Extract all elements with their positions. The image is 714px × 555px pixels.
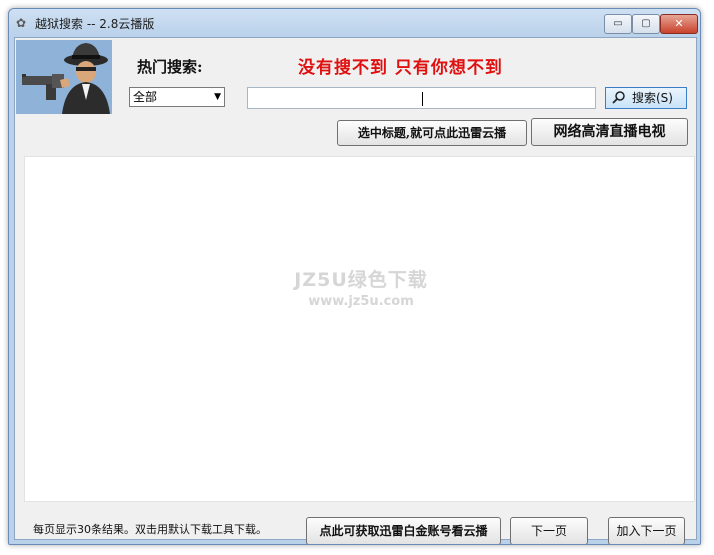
window-title: 越狱搜索 -- 2.8云播版 — [35, 17, 155, 31]
maximize-button[interactable]: ▢ — [632, 14, 660, 34]
app-icon: ✿ — [16, 16, 27, 30]
main-panel: 热门搜索: 没有搜不到 只有你想不到 全部 ▼ 搜索(S) 选中标题,就可点此迅… — [14, 37, 697, 544]
category-value: 全部 — [133, 90, 158, 104]
search-button[interactable]: 搜索(S) — [605, 87, 687, 109]
chevron-down-icon: ▼ — [214, 92, 221, 102]
minimize-button[interactable]: ▭ — [604, 14, 632, 34]
search-input[interactable] — [247, 87, 596, 109]
xunlei-account-button[interactable]: 点此可获取迅雷白金账号看云播 — [306, 517, 501, 544]
watermark-line2: www.jz5u.com — [308, 294, 414, 309]
app-window: ✿ 越狱搜索 -- 2.8云播版 ▭ ▢ ✕ 热门搜索: 没有搜不到 只有你想不… — [8, 8, 701, 545]
hot-search-label: 热门搜索: — [137, 58, 203, 76]
footer-info: 每页显示30条结果。双击用默认下载工具下载。 — [33, 523, 267, 536]
close-button[interactable]: ✕ — [660, 14, 698, 34]
detective-gun-logo — [16, 40, 112, 114]
detective-logo-icon — [16, 40, 112, 114]
title-bar[interactable]: ✿ 越狱搜索 -- 2.8云播版 ▭ ▢ ✕ — [9, 9, 700, 37]
text-caret — [422, 92, 423, 106]
slogan-text: 没有搜不到 只有你想不到 — [298, 58, 503, 78]
results-list[interactable]: JZ5U绿色下载 www.jz5u.com — [24, 156, 695, 502]
watermark: JZ5U绿色下载 www.jz5u.com — [291, 265, 431, 309]
watermark-line1: JZ5U绿色下载 — [294, 269, 428, 291]
xunlei-play-button[interactable]: 选中标题,就可点此迅雷云播 — [337, 120, 527, 146]
category-select[interactable]: 全部 ▼ — [129, 87, 225, 107]
add-next-page-button[interactable]: 加入下一页 — [608, 517, 685, 544]
search-icon — [612, 88, 626, 108]
live-tv-button[interactable]: 网络高清直播电视 — [531, 118, 688, 146]
search-button-label: 搜索(S) — [632, 91, 673, 105]
next-page-button[interactable]: 下一页 — [510, 517, 588, 544]
